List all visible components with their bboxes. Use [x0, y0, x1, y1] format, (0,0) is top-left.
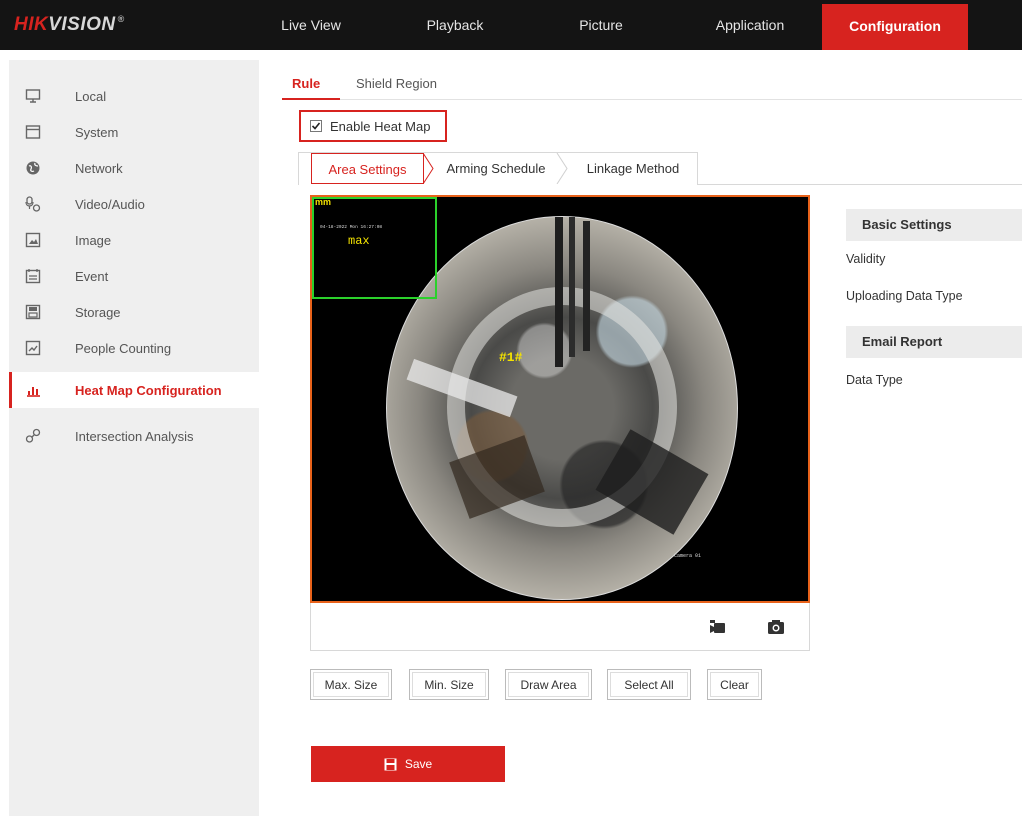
sidebar-item-network[interactable]: Network [9, 150, 259, 186]
snapshot-icon[interactable] [767, 619, 785, 635]
max-label: max [348, 234, 370, 248]
osd-datetime: 04-18-2022 Mon 16:27:08 [320, 225, 383, 230]
image-icon [25, 232, 41, 248]
sidebar-item-label: Event [75, 268, 109, 284]
sidebar-item-label: Network [75, 160, 123, 176]
sidebar-item-system[interactable]: System [9, 114, 259, 150]
hikvision-logo: HIKVISION ® [14, 14, 125, 36]
sidebar-item-event[interactable]: Event [9, 258, 259, 294]
sidebar-item-image[interactable]: Image [9, 222, 259, 258]
subtab-arming-schedule[interactable]: Arming Schedule [434, 153, 558, 184]
validity-label: Validity [846, 252, 886, 266]
monitor-icon [25, 88, 41, 104]
sidebar-item-heat-map-configuration[interactable]: Heat Map Configuration [9, 372, 259, 408]
clear-button[interactable]: Clear [707, 669, 762, 700]
people-counting-icon [25, 340, 41, 356]
storage-icon [25, 304, 41, 320]
tab-divider [282, 99, 1022, 100]
nav-configuration[interactable]: Configuration [822, 4, 968, 50]
max-size-button[interactable]: Max. Size [310, 669, 392, 700]
sidebar-item-local[interactable]: Local [9, 78, 259, 114]
nav-picture[interactable]: Picture [560, 0, 642, 50]
max-size-box[interactable]: mm 04-18-2022 Mon 16:27:08 max [312, 197, 437, 299]
email-report-header: Email Report [846, 326, 1022, 358]
nav-application[interactable]: Application [702, 0, 798, 50]
save-label: Save [404, 757, 433, 771]
nav-playback[interactable]: Playback [414, 0, 496, 50]
nav-live-view[interactable]: Live View [270, 0, 352, 50]
logo-vision-text: VISION [48, 14, 116, 35]
sidebar-item-label: Storage [75, 304, 121, 320]
video-preview[interactable]: #1# mm 04-18-2022 Mon 16:27:08 max Camer… [310, 195, 810, 603]
save-icon [384, 758, 397, 770]
sidebar-item-label: System [75, 124, 119, 140]
video-toolbar [310, 603, 810, 651]
sidebar-item-intersection-analysis[interactable]: Intersection Analysis [9, 418, 259, 454]
tab-rule[interactable]: Rule [292, 76, 320, 91]
tab-shield-region[interactable]: Shield Region [356, 76, 437, 91]
logo-registered-mark: ® [117, 14, 125, 24]
sidebar-item-label: Image [75, 232, 112, 248]
top-navigation-bar: HIKVISION ® Live View Playback Picture Ap… [0, 0, 1022, 50]
fisheye-camera-image [386, 216, 738, 600]
zone-label: #1# [499, 350, 523, 365]
intersection-icon [25, 428, 41, 444]
event-icon [25, 268, 41, 284]
sidebar-item-video-audio[interactable]: Video/Audio [9, 186, 259, 222]
sidebar-item-label: Local [75, 88, 107, 104]
active-tab-indicator [282, 98, 340, 100]
sidebar-item-label: Video/Audio [75, 196, 145, 212]
min-size-button[interactable]: Min. Size [409, 669, 489, 700]
sidebar-item-label: People Counting [75, 340, 172, 356]
save-button[interactable]: Save [311, 746, 505, 782]
logo-hik-text: HIK [14, 14, 49, 35]
config-sidebar: Local System Network Video/Audio Image E… [9, 60, 259, 816]
sidebar-item-label: Heat Map Configuration [75, 382, 222, 398]
globe-icon [25, 160, 41, 176]
subtab-separator-icon [556, 153, 568, 184]
window-icon [25, 124, 41, 140]
enable-heat-map-label: Enable Heat Map [330, 118, 431, 134]
video-audio-icon [25, 196, 41, 212]
select-all-button[interactable]: Select All [607, 669, 691, 700]
sidebar-item-label: Intersection Analysis [75, 428, 194, 444]
record-icon[interactable] [709, 619, 727, 635]
sidebar-item-people-counting[interactable]: People Counting [9, 330, 259, 366]
enable-heat-map-row: Enable Heat Map [299, 110, 447, 142]
heat-map-icon [25, 382, 41, 398]
max-box-tag: mm [315, 197, 332, 207]
uploading-data-type-label: Uploading Data Type [846, 289, 963, 303]
sidebar-item-storage[interactable]: Storage [9, 294, 259, 330]
enable-heat-map-checkbox[interactable] [310, 120, 322, 132]
basic-settings-header: Basic Settings [846, 209, 1022, 241]
subtab-linkage-method[interactable]: Linkage Method [570, 153, 696, 184]
camera-name-osd: Camera 01 [674, 553, 702, 559]
subtab-separator-icon [422, 153, 434, 184]
data-type-label: Data Type [846, 373, 903, 387]
subtab-area-settings[interactable]: Area Settings [311, 153, 424, 184]
draw-area-button[interactable]: Draw Area [505, 669, 592, 700]
